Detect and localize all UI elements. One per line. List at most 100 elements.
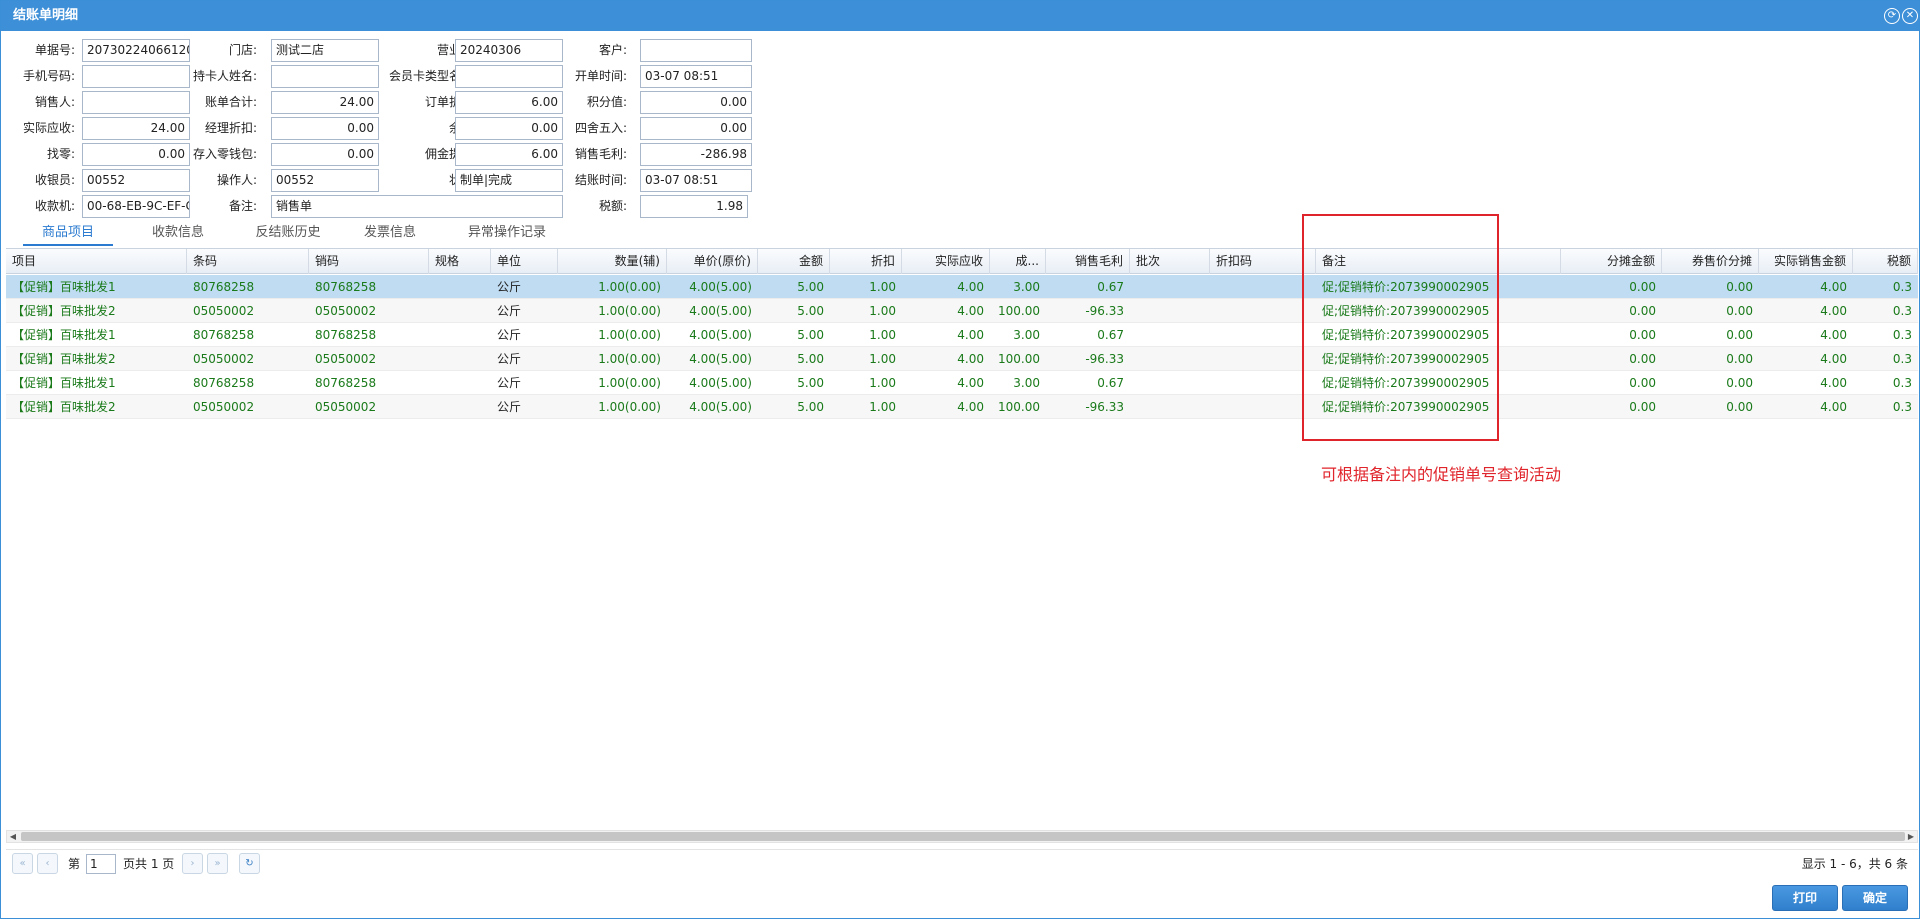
column-header[interactable]: 规格 [429, 249, 491, 274]
form-field[interactable]: 1.98 [640, 195, 748, 218]
table-cell [429, 275, 491, 299]
tab-0[interactable]: 商品项目 [23, 222, 113, 246]
form-field[interactable]: 6.00 [455, 91, 563, 114]
form-field[interactable]: -286.98 [640, 143, 752, 166]
form-field[interactable]: 制单|完成 [455, 169, 563, 192]
column-header[interactable]: 项目 [6, 249, 187, 274]
record-summary: 显示 1 - 6，共 6 条 [1801, 857, 1908, 871]
form-label: 操作人: [216, 173, 257, 187]
column-header[interactable]: 分摊金额 [1561, 249, 1662, 274]
form-field[interactable]: 24.00 [82, 117, 190, 140]
column-header[interactable]: 成... [990, 249, 1046, 274]
form-field[interactable]: 03-07 08:51 [640, 169, 752, 192]
table-row[interactable]: 【促销】百味批发1 80768258 80768258 公斤 1.00(0.00) 4.0… [6, 323, 1918, 347]
column-header[interactable]: 单位 [491, 249, 558, 274]
form-label: 税额: [598, 199, 627, 213]
form-field[interactable] [82, 91, 190, 114]
table-row[interactable]: 【促销】百味批发1 80768258 80768258 公斤 1.00(0.00) 4.0… [6, 371, 1918, 395]
column-header[interactable]: 条码 [187, 249, 309, 274]
tab-4[interactable]: 异常操作记录 [457, 222, 557, 246]
form-field[interactable] [82, 65, 190, 88]
form-field[interactable]: 24.00 [271, 91, 379, 114]
scrollbar-thumb[interactable] [21, 832, 1905, 841]
horizontal-scrollbar[interactable]: ◀ ▶ [6, 830, 1918, 843]
next-page-icon[interactable]: › [182, 853, 203, 874]
table-cell: 1.00(0.00) [598, 400, 661, 414]
first-page-icon[interactable]: « [12, 853, 33, 874]
form-field[interactable]: 0.00 [455, 117, 563, 140]
form-field[interactable]: 6.00 [455, 143, 563, 166]
form-label: 结账时间: [574, 173, 627, 187]
refresh-icon[interactable]: ⟳ [1884, 8, 1900, 24]
table-cell: 0.00 [1726, 376, 1753, 390]
column-header[interactable]: 数量(辅) [558, 249, 667, 274]
form-field[interactable]: 0.00 [640, 91, 752, 114]
column-header[interactable]: 折扣码 [1210, 249, 1316, 274]
form-label: 存入零钱包: [192, 147, 257, 161]
form-field[interactable]: 0.00 [640, 117, 752, 140]
column-header[interactable]: 券售价分摊 [1662, 249, 1759, 274]
table-cell: 4.00 [1820, 376, 1847, 390]
table-cell: 4.00 [957, 280, 984, 294]
column-header[interactable]: 单价(原价) [667, 249, 758, 274]
table-cell: 1.00 [869, 352, 896, 366]
page-number-input[interactable]: 1 [86, 854, 116, 874]
form-field[interactable]: 20240306 [455, 39, 563, 62]
table-cell: 0.67 [1097, 328, 1124, 342]
table-cell [1130, 347, 1210, 371]
table-row[interactable]: 【促销】百味批发1 80768258 80768258 公斤 1.00(0.00) 4.0… [6, 275, 1918, 299]
table-cell: 4.00 [1820, 400, 1847, 414]
form-field[interactable]: 00-68-EB-9C-EF-C [82, 195, 190, 218]
table-row[interactable]: 【促销】百味批发2 05050002 05050002 公斤 1.00(0.00) 4.0… [6, 347, 1918, 371]
table-row[interactable]: 【促销】百味批发2 05050002 05050002 公斤 1.00(0.00) 4.0… [6, 299, 1918, 323]
table-row[interactable]: 【促销】百味批发2 05050002 05050002 公斤 1.00(0.00) 4.0… [6, 395, 1918, 419]
form-field[interactable]: 销售单 [271, 195, 563, 218]
form-field[interactable] [640, 39, 752, 62]
table-cell: 5.00 [797, 400, 824, 414]
form-field[interactable] [455, 65, 563, 88]
column-header[interactable]: 销售毛利 [1046, 249, 1130, 274]
table-cell [1210, 347, 1316, 371]
table-cell [1130, 323, 1210, 347]
column-header[interactable]: 金额 [758, 249, 830, 274]
table-cell: 05050002 [193, 304, 255, 318]
confirm-button[interactable]: 确定 [1842, 885, 1908, 911]
column-header[interactable]: 实际销售金额 [1759, 249, 1853, 274]
refresh-page-icon[interactable]: ↻ [239, 853, 260, 874]
scroll-right-icon[interactable]: ▶ [1905, 831, 1917, 842]
form-field[interactable]: 207302240661200003 [82, 39, 190, 62]
last-page-icon[interactable]: » [207, 853, 228, 874]
tab-3[interactable]: 发票信息 [350, 222, 430, 246]
table-cell: 1.00(0.00) [598, 304, 661, 318]
form-label: 积分值: [586, 95, 627, 109]
column-header[interactable]: 批次 [1130, 249, 1210, 274]
form-field[interactable] [271, 65, 379, 88]
column-header[interactable]: 销码 [309, 249, 429, 274]
form-field[interactable]: 00552 [82, 169, 190, 192]
form-field[interactable]: 测试二店 [271, 39, 379, 62]
table-cell: 05050002 [193, 352, 255, 366]
form-label: 单据号: [34, 43, 75, 57]
form-field[interactable]: 03-07 08:51 [640, 65, 752, 88]
table-cell: 【促销】百味批发2 [12, 400, 116, 414]
table-cell: 80768258 [315, 328, 377, 342]
table-cell: 4.00(5.00) [689, 376, 752, 390]
close-icon[interactable]: ✕ [1902, 8, 1918, 24]
scroll-left-icon[interactable]: ◀ [7, 831, 19, 842]
form-field[interactable]: 0.00 [271, 117, 379, 140]
tab-2[interactable]: 反结账历史 [240, 222, 336, 246]
prev-page-icon[interactable]: ‹ [37, 853, 58, 874]
form-field[interactable]: 00552 [271, 169, 379, 192]
form-field[interactable]: 0.00 [82, 143, 190, 166]
tab-1[interactable]: 收款信息 [138, 222, 218, 246]
form-label: 收银员: [34, 173, 75, 187]
table-cell: 0.3 [1892, 280, 1912, 294]
column-header[interactable]: 税额 [1853, 249, 1918, 274]
table-cell [1130, 275, 1210, 299]
table-cell [429, 371, 491, 395]
print-button[interactable]: 打印 [1772, 885, 1838, 911]
table-cell [1210, 371, 1316, 395]
column-header[interactable]: 实际应收 [902, 249, 990, 274]
form-field[interactable]: 0.00 [271, 143, 379, 166]
column-header[interactable]: 折扣 [830, 249, 902, 274]
